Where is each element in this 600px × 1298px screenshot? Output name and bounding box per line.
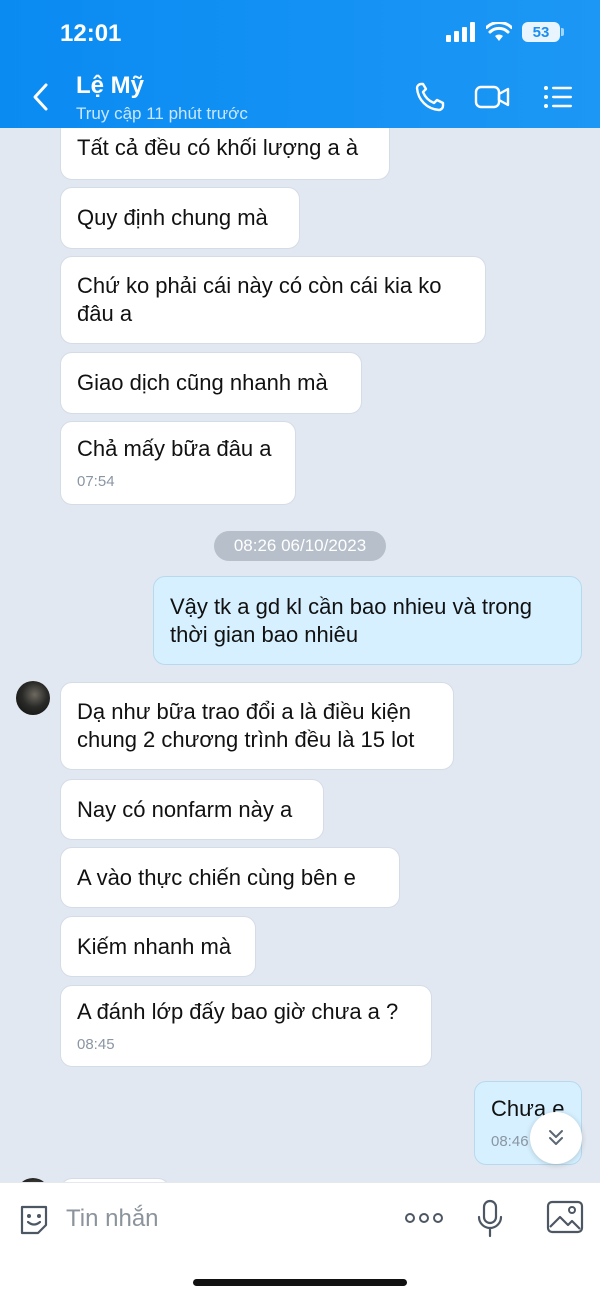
chat-header: 12:01 53 Lệ Mỹ Truy cập 11 phút trước [0,0,600,128]
message-text: Giao dịch cũng nhanh mà [77,370,328,395]
message-input[interactable]: Tin nhắn [66,1205,159,1233]
message-time: 07:54 [77,473,115,490]
video-call-icon[interactable] [474,80,510,114]
message-bubble[interactable]: Dạ như bữa trao đổi a là điều kiện chung… [60,682,454,770]
message-bubble[interactable]: A đánh lớp đấy bao giờ chưa a ? 08:45 [60,985,432,1067]
message-composer: Tin nhắn [0,1182,600,1298]
home-indicator [193,1279,407,1286]
image-icon[interactable] [546,1199,584,1235]
message-text: Vậy tk a gd kl cần bao nhieu và trong th… [170,593,533,647]
status-indicators: 53 [446,22,564,42]
back-icon[interactable] [26,80,56,114]
signal-icon [446,22,475,42]
message-text: Kiếm nhanh mà [77,933,232,959]
menu-icon[interactable] [540,80,576,114]
battery-indicator: 53 [522,22,564,42]
message-bubble[interactable]: Giao dịch cũng nhanh mà [60,352,362,414]
message-bubble[interactable]: A vào thực chiến cùng bên e [60,847,400,908]
more-icon[interactable] [404,1211,444,1225]
scroll-to-bottom-button[interactable] [530,1112,582,1164]
message-bubble[interactable]: Kiếm nhanh mà [60,916,256,977]
message-bubble[interactable]: Nay có nonfarm này a [60,779,324,840]
message-bubble[interactable]: Chứ ko phải cái này có còn cái kia ko đâ… [60,256,486,344]
message-list[interactable]: Tất cả đều có khối lượng a à Quy định ch… [0,128,600,1182]
message-text: Dạ như bữa trao đổi a là điều kiện chung… [77,699,415,752]
sent-message-bubble[interactable]: Vậy tk a gd kl cần bao nhieu và trong th… [153,576,582,665]
contact-avatar[interactable] [16,681,50,715]
message-bubble[interactable]: Tất cả đều có khối lượng a à [60,128,390,180]
message-text: A đánh lớp đấy bao giờ chưa a ? [77,999,399,1024]
message-text: Chứ ko phải cái này có còn cái kia ko đâ… [77,273,442,326]
status-time: 12:01 [60,20,122,47]
sticker-icon[interactable] [16,1201,52,1237]
message-text: Quy định chung mà [77,205,268,230]
message-bubble[interactable]: Chả mấy bữa đâu a 07:54 [60,421,296,505]
message-text: Nay có nonfarm này a [77,796,293,822]
phone-icon[interactable] [412,80,448,114]
date-separator: 08:26 06/10/2023 [214,531,386,561]
message-bubble[interactable]: Quy định chung mà [60,187,300,249]
contact-name[interactable]: Lệ Mỹ [76,72,144,100]
message-time: 08:45 [77,1036,115,1053]
wifi-icon [486,22,512,41]
microphone-icon[interactable] [476,1199,504,1239]
message-text: Tất cả đều có khối lượng a à [77,135,359,160]
message-text: A vào thực chiến cùng bên e [77,864,356,890]
message-text: Chả mấy bữa đâu a [77,436,272,461]
chevron-double-down-icon [549,1130,563,1145]
contact-last-seen: Truy cập 11 phút trước [76,104,248,123]
